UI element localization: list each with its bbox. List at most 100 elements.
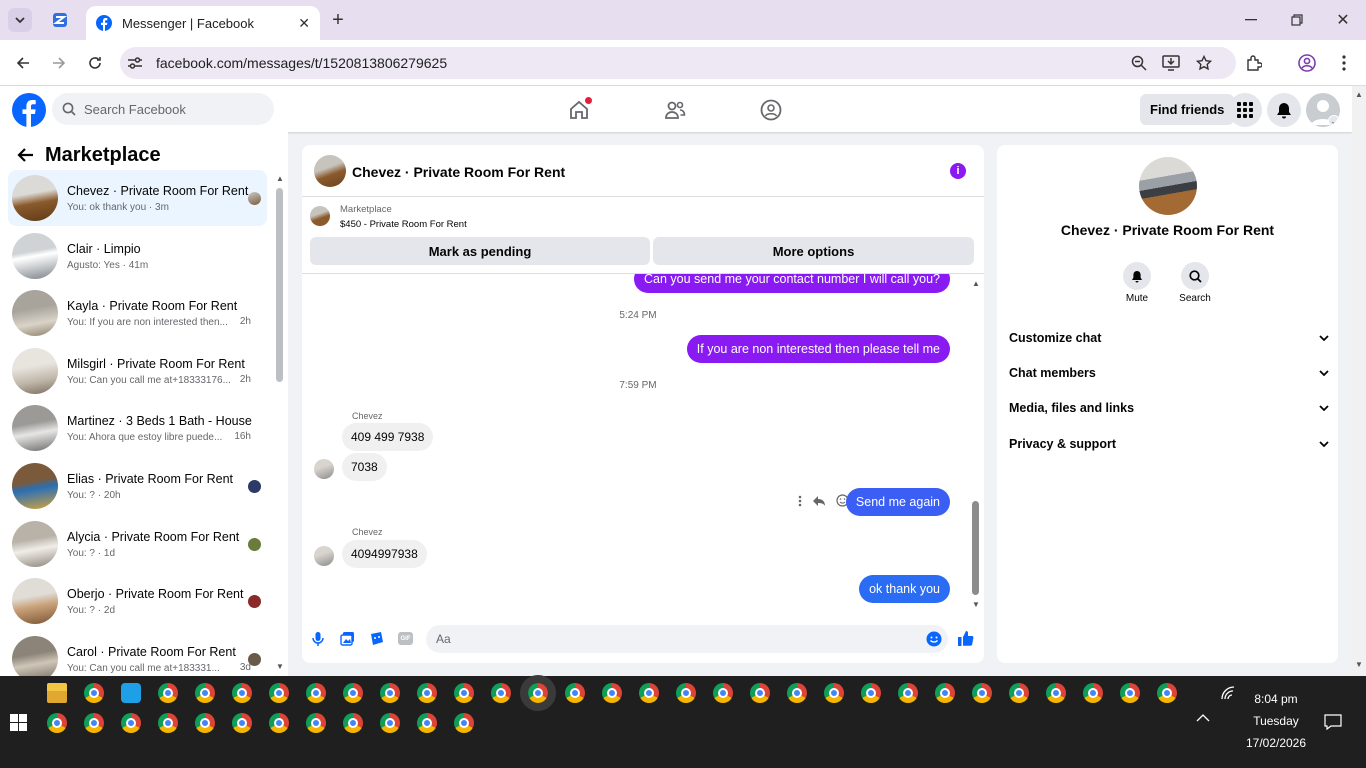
chrome-window-icon[interactable] — [1046, 683, 1066, 703]
search-in-conversation-icon[interactable] — [1181, 262, 1209, 290]
profile-icon[interactable] — [1298, 54, 1316, 72]
menu-grid-icon[interactable] — [1228, 93, 1262, 127]
chrome-window-icon[interactable] — [121, 713, 141, 733]
section-media-files-links[interactable]: Media, files and links — [1009, 401, 1329, 415]
sender-avatar[interactable] — [314, 546, 334, 566]
message-input[interactable]: Aa — [426, 625, 948, 653]
chrome-window-icon[interactable] — [232, 683, 252, 703]
facebook-search[interactable]: Search Facebook — [52, 93, 274, 125]
chrome-window-icon[interactable] — [602, 683, 622, 703]
find-friends-button[interactable]: Find friends — [1140, 94, 1235, 125]
forward-icon[interactable] — [48, 52, 70, 74]
conversation-info-icon[interactable]: i — [950, 163, 966, 179]
chrome-window-icon[interactable] — [232, 713, 252, 733]
file-explorer-icon[interactable] — [47, 683, 67, 703]
chrome-window-icon[interactable] — [380, 713, 400, 733]
groups-nav-icon[interactable] — [758, 97, 784, 123]
bookmark-star-icon[interactable] — [1195, 54, 1213, 72]
clock-day[interactable]: Tuesday — [1236, 714, 1316, 728]
chrome-window-icon[interactable] — [417, 713, 437, 733]
close-tab-icon[interactable]: ✕ — [298, 15, 310, 32]
conversation-list-scrollbar[interactable] — [276, 188, 283, 382]
chrome-window-icon[interactable] — [898, 683, 918, 703]
scroll-up-arrow-icon[interactable]: ▲ — [1355, 90, 1363, 99]
chrome-window-icon[interactable] — [972, 683, 992, 703]
chrome-window-icon[interactable] — [676, 683, 696, 703]
chrome-window-icon[interactable] — [417, 683, 437, 703]
scroll-down-arrow-icon[interactable]: ▼ — [972, 600, 980, 609]
notification-center-icon[interactable] — [1324, 714, 1342, 730]
microphone-icon[interactable] — [312, 631, 324, 647]
address-bar[interactable]: facebook.com/messages/t/1520813806279625 — [120, 47, 1236, 79]
attach-photo-icon[interactable] — [340, 631, 355, 646]
mute-bell-icon[interactable] — [1123, 262, 1151, 290]
chrome-window-icon[interactable] — [787, 683, 807, 703]
reload-icon[interactable] — [84, 52, 106, 74]
gif-icon[interactable]: GIF — [398, 632, 413, 645]
pinned-tab-icon[interactable] — [48, 8, 72, 32]
section-privacy-support[interactable]: Privacy & support — [1009, 437, 1329, 451]
chrome-window-icon[interactable] — [491, 683, 511, 703]
reply-icon[interactable] — [812, 495, 826, 507]
chrome-window-icon[interactable] — [195, 683, 215, 703]
conversation-item[interactable]: Chevez · Private Room For Rent You: ok th… — [8, 170, 267, 226]
conversation-item[interactable]: Milsgirl · Private Room For Rent You: Can… — [8, 343, 267, 399]
scroll-up-arrow-icon[interactable]: ▲ — [276, 174, 284, 183]
chrome-window-icon[interactable] — [195, 713, 215, 733]
chrome-window-icon[interactable] — [750, 683, 770, 703]
emoji-icon[interactable] — [926, 631, 942, 647]
chrome-window-icon[interactable] — [861, 683, 881, 703]
zoom-icon[interactable] — [1130, 54, 1148, 72]
message-bubble-outgoing[interactable]: Send me again — [845, 488, 950, 516]
account-avatar[interactable]: ⌄ — [1306, 93, 1340, 127]
conversation-item[interactable]: Alycia · Private Room For Rent You: ? · 1… — [8, 516, 267, 572]
chrome-window-icon[interactable] — [158, 713, 178, 733]
chrome-window-icon[interactable] — [454, 683, 474, 703]
chrome-window-icon[interactable] — [1009, 683, 1029, 703]
show-hidden-icons-icon[interactable] — [1196, 714, 1210, 722]
chrome-window-icon[interactable] — [343, 683, 363, 703]
new-tab-icon[interactable]: + — [328, 9, 348, 31]
listing-title[interactable]: $450 - Private Room For Rent — [340, 219, 467, 230]
scroll-down-arrow-icon[interactable]: ▼ — [1355, 660, 1363, 669]
install-app-icon[interactable] — [1162, 54, 1180, 72]
chrome-window-icon[interactable] — [935, 683, 955, 703]
friends-nav-icon[interactable] — [662, 97, 688, 123]
message-bubble-incoming[interactable]: 7038 — [342, 453, 387, 481]
chrome-window-icon[interactable] — [269, 713, 289, 733]
chrome-window-icon[interactable] — [1120, 683, 1140, 703]
like-thumb-icon[interactable] — [957, 630, 974, 647]
chrome-window-icon[interactable] — [1083, 683, 1103, 703]
sender-avatar[interactable] — [314, 459, 334, 479]
extensions-icon[interactable] — [1245, 54, 1263, 72]
messages-scrollbar[interactable] — [972, 501, 979, 595]
sticker-icon[interactable] — [369, 631, 384, 646]
facebook-logo[interactable] — [12, 93, 46, 127]
conversation-item[interactable]: Oberjo · Private Room For Rent You: ? · 2… — [8, 573, 267, 629]
browser-tab-messenger[interactable]: Messenger | Facebook ✕ — [86, 6, 320, 40]
chrome-window-icon[interactable] — [380, 683, 400, 703]
chrome-window-icon[interactable] — [158, 683, 178, 703]
page-scrollbar[interactable]: ▲ ▼ — [1352, 86, 1366, 676]
chat-avatar[interactable] — [314, 155, 346, 187]
message-bubble-outgoing[interactable]: Can you send me your contact number I wi… — [634, 274, 950, 293]
tab-search-icon[interactable] — [8, 8, 32, 32]
clock-date[interactable]: 17/02/2026 — [1236, 736, 1316, 750]
home-nav-icon[interactable] — [566, 97, 592, 123]
message-bubble-incoming[interactable]: 4094997938 — [342, 540, 427, 568]
chrome-window-icon[interactable] — [1157, 683, 1177, 703]
profile-picture[interactable] — [1139, 157, 1197, 215]
chrome-window-icon[interactable] — [520, 675, 556, 711]
chrome-window-icon[interactable] — [269, 683, 289, 703]
conversation-item[interactable]: Elias · Private Room For Rent You: ? · 20… — [8, 458, 267, 514]
chrome-window-icon[interactable] — [47, 713, 67, 733]
section-customize-chat[interactable]: Customize chat — [1009, 331, 1329, 345]
chrome-window-icon[interactable] — [84, 713, 104, 733]
restore-icon[interactable] — [1286, 10, 1308, 30]
chrome-window-icon[interactable] — [639, 683, 659, 703]
scroll-up-arrow-icon[interactable]: ▲ — [972, 279, 980, 288]
chrome-window-icon[interactable] — [343, 713, 363, 733]
app-icon[interactable] — [121, 683, 141, 703]
chrome-window-icon[interactable] — [84, 683, 104, 703]
scroll-down-arrow-icon[interactable]: ▼ — [276, 662, 284, 671]
